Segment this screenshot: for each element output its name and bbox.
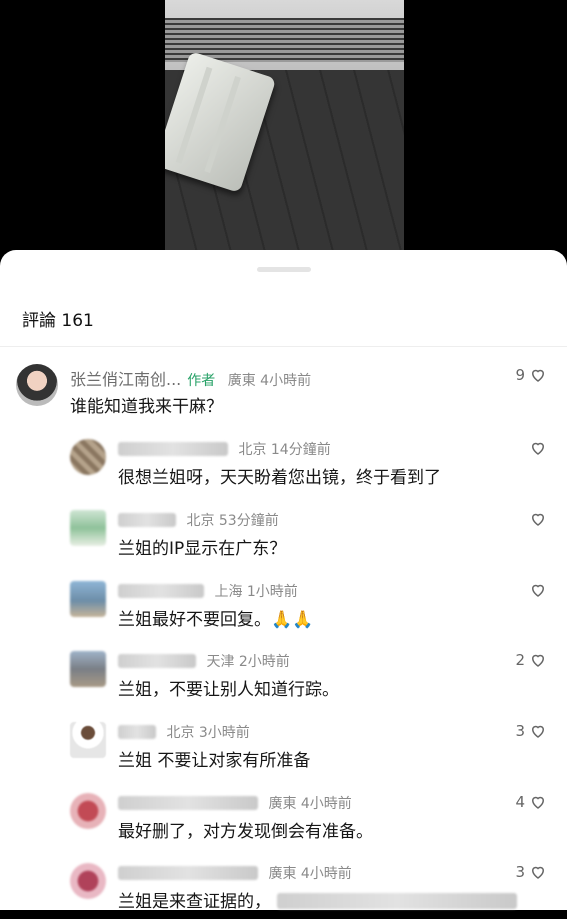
avatar[interactable] [70, 863, 106, 899]
reply-username-blurred[interactable] [118, 866, 258, 880]
like-count: 9 [515, 366, 525, 384]
reply-meta: 廣東 4小時前 [268, 866, 352, 882]
comments-title: 評論 161 [22, 311, 94, 331]
reply-meta: 北京 3小時前 [166, 725, 250, 741]
avatar[interactable] [70, 651, 106, 687]
header-divider [0, 346, 567, 347]
avatar[interactable] [16, 364, 58, 406]
like-button[interactable]: 3 [515, 722, 547, 740]
heart-icon [531, 866, 545, 879]
reply-item[interactable]: 上海 1小時前 兰姐最好不要回复。🙏🙏 [0, 577, 567, 637]
reply-item[interactable]: 廣東 4小時前 最好删了，对方发现倒会有准备。 4 [0, 789, 567, 849]
heart-icon [531, 725, 545, 738]
like-button[interactable]: 9 [515, 366, 547, 384]
heart-icon [531, 654, 545, 667]
like-button[interactable]: 3 [515, 863, 547, 881]
reply-item[interactable]: 北京 53分鐘前 兰姐的IP显示在广东？ [0, 506, 567, 566]
comment-meta: 廣東 4小時前 [227, 373, 312, 389]
reply-meta: 北京 53分鐘前 [186, 513, 279, 529]
avatar[interactable] [70, 439, 106, 475]
avatar[interactable] [70, 722, 106, 758]
reply-meta: 廣東 4小時前 [268, 796, 352, 812]
comment-text: 谁能知道我来干麻？ [70, 397, 223, 417]
heart-icon [531, 513, 545, 526]
reply-text-blurred [277, 893, 517, 909]
like-count: 2 [515, 651, 525, 669]
reply-item[interactable]: 天津 2小時前 兰姐，不要让别人知道行踪。 2 [0, 647, 567, 707]
author-badge: 作者 [187, 373, 216, 389]
reply-item[interactable]: 廣東 4小時前 兰姐是来查证据的， 3 [0, 859, 567, 919]
reply-username-blurred[interactable] [118, 654, 196, 668]
heart-icon [531, 369, 545, 382]
like-count: 3 [515, 863, 525, 881]
sheet-drag-handle[interactable] [257, 267, 311, 272]
video-preview[interactable] [165, 0, 404, 258]
reply-text: 兰姐最好不要回复。🙏🙏 [118, 610, 314, 630]
like-button[interactable]: 2 [515, 651, 547, 669]
reply-meta: 天津 2小時前 [206, 654, 290, 670]
reply-username-blurred[interactable] [118, 513, 176, 527]
reply-item[interactable]: 北京 14分鐘前 很想兰姐呀，天天盼着您出镜，终于看到了 [0, 435, 567, 495]
comment-author-name[interactable]: 张兰俏江南创... [70, 370, 181, 389]
like-count: 3 [515, 722, 525, 740]
like-button[interactable] [525, 439, 547, 457]
reply-text: 兰姐 不要让对家有所准备 [118, 751, 311, 771]
heart-icon [531, 584, 545, 597]
heart-icon [531, 796, 545, 809]
heart-icon [531, 442, 545, 455]
reply-text: 很想兰姐呀，天天盼着您出镜，终于看到了 [118, 468, 441, 488]
reply-text: 最好删了，对方发现倒会有准备。 [118, 822, 373, 842]
reply-text: 兰姐的IP显示在广东？ [118, 539, 287, 559]
avatar[interactable] [70, 510, 106, 546]
reply-text: 兰姐，不要让别人知道行踪。 [118, 680, 339, 700]
reply-username-blurred[interactable] [118, 725, 156, 739]
reply-meta: 上海 1小時前 [214, 584, 298, 600]
avatar[interactable] [70, 793, 106, 829]
comments-sheet: 評論 161 张兰俏江南创... 作者 廣東 4小時前 谁能知道我来干麻？ 9 北… [0, 250, 567, 912]
reply-username-blurred[interactable] [118, 796, 258, 810]
reply-meta: 北京 14分鐘前 [238, 442, 331, 458]
reply-username-blurred[interactable] [118, 442, 228, 456]
avatar[interactable] [70, 581, 106, 617]
like-button[interactable] [525, 581, 547, 599]
like-button[interactable] [525, 510, 547, 528]
reply-item[interactable]: 北京 3小時前 兰姐 不要让对家有所准备 3 [0, 718, 567, 778]
reply-username-blurred[interactable] [118, 584, 204, 598]
like-count: 4 [515, 793, 525, 811]
like-button[interactable]: 4 [515, 793, 547, 811]
comment-author[interactable]: 张兰俏江南创... 作者 廣東 4小時前 谁能知道我来干麻？ 9 [0, 360, 567, 420]
